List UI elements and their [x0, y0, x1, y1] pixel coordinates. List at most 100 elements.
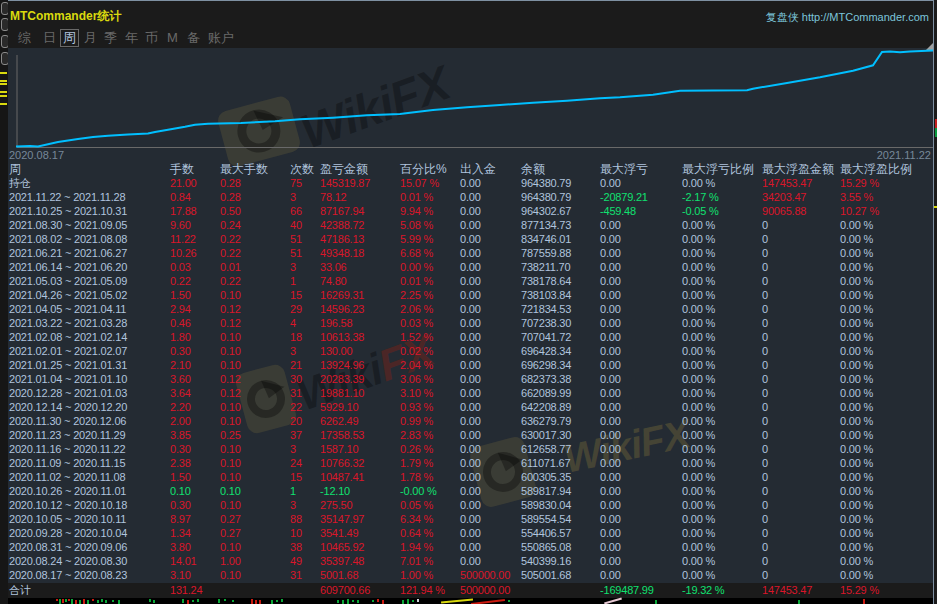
cell: 0.00 %	[840, 386, 933, 400]
cell: 出入金	[460, 162, 521, 176]
mini-candle-tick	[83, 599, 85, 604]
cell: 0.00 %	[682, 526, 762, 540]
table-row[interactable]: 2021.11.22 ~ 2021.11.280.840.28378.120.0…	[8, 190, 933, 204]
table-row[interactable]: 2021.04.05 ~ 2021.04.112.940.122914596.2…	[8, 302, 933, 316]
table-row[interactable]: 2021.10.25 ~ 2021.10.3117.880.506687167.…	[8, 204, 933, 218]
cell: 2020.10.26 ~ 2020.11.01	[9, 484, 170, 498]
weekly-stats-table: 周手数最大手数次数盈亏金额百分比%出入金余额最大浮亏最大浮亏比例最大浮盈金额最大…	[8, 162, 933, 582]
table-row[interactable]: 2021.01.04 ~ 2021.01.103.600.123020283.3…	[8, 372, 933, 386]
cell: 0.00	[460, 372, 521, 386]
mini-candle-tick	[281, 599, 283, 602]
cell: 8.97	[170, 512, 220, 526]
table-row[interactable]: 2020.11.30 ~ 2020.12.062.000.10206262.49…	[8, 414, 933, 428]
cell: 35397.48	[320, 554, 400, 568]
cell: 0.00	[460, 274, 521, 288]
mini-candle-tick	[259, 600, 261, 604]
table-row[interactable]: 2021.06.14 ~ 2021.06.200.030.01333.060.0…	[8, 260, 933, 274]
cell: 0.10	[220, 414, 290, 428]
cell: 2021.05.03 ~ 2021.05.09	[9, 274, 170, 288]
cell: 0.00 %	[682, 302, 762, 316]
menu-item-币[interactable]: 币	[145, 30, 158, 46]
table-row[interactable]: 2020.09.28 ~ 2020.10.041.340.27103541.49…	[8, 526, 933, 540]
table-row[interactable]: 2021.01.25 ~ 2021.01.312.100.102113924.9…	[8, 358, 933, 372]
menu-item-综[interactable]: 综	[18, 30, 31, 46]
menu-item-季[interactable]: 季	[104, 30, 117, 46]
cell: 0.00	[460, 526, 521, 540]
title-bar[interactable]: MTCommander统计 复盘侠 http://MTCommander.com	[8, 1, 933, 28]
table-row[interactable]: 2021.04.26 ~ 2021.05.021.500.101516269.3…	[8, 288, 933, 302]
cell: 0.00 %	[840, 484, 933, 498]
table-row[interactable]: 持仓21.000.2875145319.8715.07 %0.00964380.…	[8, 176, 933, 190]
cell: 24	[290, 456, 320, 470]
website-link[interactable]: 复盘侠 http://MTCommander.com	[766, 10, 929, 25]
mtcommander-stats-window: MTCommander统计 复盘侠 http://MTCommander.com…	[0, 0, 937, 604]
table-row[interactable]: 2020.12.28 ~ 2021.01.033.640.123119881.1…	[8, 386, 933, 400]
table-row[interactable]: 2020.10.12 ~ 2020.10.180.300.103275.500.…	[8, 498, 933, 512]
chart-end-date-label: 2021.11.22	[877, 149, 931, 161]
cell: 0.00	[460, 204, 521, 218]
table-row[interactable]: 2020.08.31 ~ 2020.09.063.800.103810465.9…	[8, 540, 933, 554]
table-row[interactable]: 2021.08.02 ~ 2021.08.0811.220.225147186.…	[8, 232, 933, 246]
cell: 696298.34	[521, 358, 600, 372]
cell: 707238.30	[521, 316, 600, 330]
menu-item-备[interactable]: 备	[187, 30, 200, 46]
table-row[interactable]: 2020.08.17 ~ 2020.08.233.100.10315001.68…	[8, 568, 933, 582]
cell: 21	[290, 358, 320, 372]
cell: 2020.08.31 ~ 2020.09.06	[9, 540, 170, 554]
cell: 0	[762, 456, 840, 470]
cell: 6262.49	[320, 414, 400, 428]
mini-candle-tick	[71, 599, 73, 604]
table-row[interactable]: 2021.02.08 ~ 2021.02.141.800.101810613.3…	[8, 330, 933, 344]
menu-item-M[interactable]: M	[167, 30, 178, 46]
cell: 66	[290, 204, 320, 218]
table-row[interactable]: 2021.02.01 ~ 2021.02.070.300.103130.000.…	[8, 344, 933, 358]
cell: 0.00	[460, 232, 521, 246]
cell: 275.50	[320, 498, 400, 512]
mini-candle-tick	[149, 599, 151, 602]
cell: 0.00	[600, 260, 682, 274]
table-row[interactable]: 2021.03.22 ~ 2021.03.280.460.124196.580.…	[8, 316, 933, 330]
cell: 0	[762, 316, 840, 330]
mini-candle-tick	[347, 599, 349, 604]
cell: 0	[762, 414, 840, 428]
cell: 0	[762, 330, 840, 344]
table-row[interactable]: 2021.06.21 ~ 2021.06.2710.260.225149348.…	[8, 246, 933, 260]
menu-item-账户[interactable]: 账户	[208, 30, 234, 46]
cell: 554406.57	[521, 526, 600, 540]
table-row[interactable]: 2020.11.23 ~ 2020.11.293.850.253717358.5…	[8, 428, 933, 442]
mini-candle-tick	[232, 600, 234, 602]
mini-candle-tick	[417, 599, 419, 602]
table-row[interactable]: 2020.11.16 ~ 2020.11.220.300.1031587.100…	[8, 442, 933, 456]
cell: 0.00	[600, 288, 682, 302]
mini-candle-tick	[65, 599, 67, 602]
cell: 0.00	[460, 512, 521, 526]
cell: 964380.79	[521, 190, 600, 204]
cell: 0.93 %	[400, 400, 460, 414]
cell: 0.00 %	[682, 568, 762, 582]
table-row[interactable]: 2021.05.03 ~ 2021.05.090.220.22174.800.0…	[8, 274, 933, 288]
table-row[interactable]: 2020.12.14 ~ 2020.12.202.200.10225929.10…	[8, 400, 933, 414]
mini-candle-tick	[342, 600, 344, 604]
table-row[interactable]: 2021.08.30 ~ 2021.09.059.600.244042388.7…	[8, 218, 933, 232]
table-row[interactable]: 2020.10.05 ~ 2020.10.118.970.278835147.9…	[8, 512, 933, 526]
cell: 0.00	[460, 400, 521, 414]
menu-item-周[interactable]: 周	[60, 29, 79, 47]
edge-yellow-marker	[0, 83, 7, 93]
cell: 0.00	[460, 470, 521, 484]
cell: 121.94 %	[400, 583, 460, 597]
cell: 0.00	[600, 316, 682, 330]
totals-row-cells[interactable]: 合计131.24609700.66121.94 %500000.00-16948…	[8, 583, 933, 597]
cell: 0.22	[220, 274, 290, 288]
cell: 0.05 %	[400, 498, 460, 512]
table-row[interactable]: 2020.11.02 ~ 2020.11.081.500.101510487.4…	[8, 470, 933, 484]
menu-item-月[interactable]: 月	[84, 30, 97, 46]
table-row[interactable]: 2020.08.24 ~ 2020.08.3014.011.004935397.…	[8, 554, 933, 568]
table-header-row[interactable]: 周手数最大手数次数盈亏金额百分比%出入金余额最大浮亏最大浮亏比例最大浮盈金额最大…	[8, 162, 933, 176]
table-row[interactable]: 2020.11.09 ~ 2020.11.152.380.102410766.3…	[8, 456, 933, 470]
menu-item-日[interactable]: 日	[43, 30, 56, 46]
cell: 0.30	[170, 344, 220, 358]
equity-chart[interactable]: 2020.08.17 2021.11.22	[8, 48, 933, 162]
menu-item-年[interactable]: 年	[125, 30, 138, 46]
table-row[interactable]: 2020.10.26 ~ 2020.11.010.100.101-12.10-0…	[8, 484, 933, 498]
cell: 6.68 %	[400, 246, 460, 260]
